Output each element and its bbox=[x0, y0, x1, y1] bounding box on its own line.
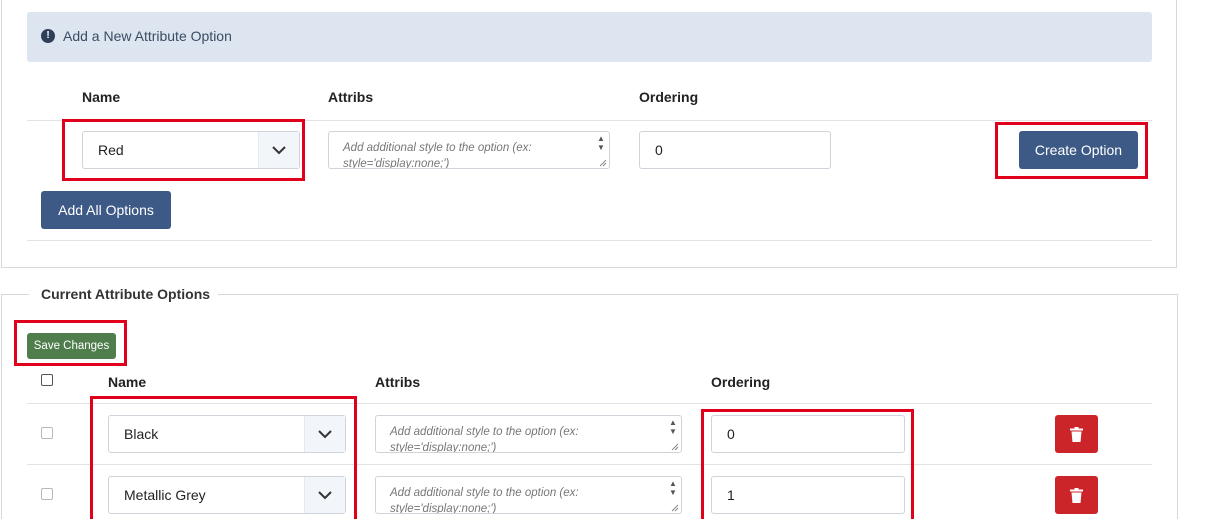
textarea-placeholder: Add additional style to the option (ex: … bbox=[343, 142, 532, 169]
attribs-header: Attribs bbox=[375, 374, 421, 390]
info-text: Add a New Attribute Option bbox=[63, 28, 232, 44]
new-option-attribs-textarea[interactable]: Add additional style to the option (ex: … bbox=[328, 131, 610, 169]
fieldset-border bbox=[1, 294, 29, 295]
row-attribs-textarea[interactable]: Add additional style to the option (ex: … bbox=[375, 415, 682, 453]
spinner-icon: ▲ ▼ bbox=[669, 479, 677, 497]
name-header: Name bbox=[82, 89, 121, 105]
fieldset-border bbox=[1, 294, 2, 519]
textarea-placeholder: Add additional style to the option (ex: … bbox=[390, 426, 579, 453]
resize-grip-icon bbox=[671, 504, 679, 512]
textarea-placeholder: Add additional style to the option (ex: … bbox=[390, 487, 579, 514]
resize-grip-icon bbox=[671, 443, 679, 451]
fieldset-border bbox=[1177, 294, 1178, 519]
highlight-box bbox=[62, 119, 305, 181]
input-value: 0 bbox=[655, 142, 663, 158]
row-attribs-textarea[interactable]: Add additional style to the option (ex: … bbox=[375, 476, 682, 514]
current-options-legend: Current Attribute Options bbox=[41, 286, 211, 302]
select-all-checkbox[interactable] bbox=[41, 374, 53, 386]
highlight-box bbox=[90, 396, 357, 519]
new-option-ordering-input[interactable]: 0 bbox=[639, 131, 831, 169]
ordering-header: Ordering bbox=[711, 374, 771, 390]
delete-button[interactable] bbox=[1055, 476, 1098, 514]
divider bbox=[27, 240, 1152, 241]
trash-icon bbox=[1070, 427, 1083, 442]
attribs-header: Attribs bbox=[328, 89, 374, 105]
highlight-box bbox=[14, 320, 127, 366]
row-checkbox[interactable] bbox=[41, 488, 53, 500]
spinner-icon: ▲ ▼ bbox=[597, 134, 605, 152]
spinner-icon: ▲ ▼ bbox=[669, 418, 677, 436]
add-all-options-button[interactable]: Add All Options bbox=[41, 191, 171, 229]
fieldset-border bbox=[218, 294, 1178, 295]
trash-icon bbox=[1070, 488, 1083, 503]
delete-button[interactable] bbox=[1055, 415, 1098, 453]
ordering-header: Ordering bbox=[639, 89, 699, 105]
resize-grip-icon bbox=[599, 159, 607, 167]
info-circle-icon: ! bbox=[41, 29, 55, 43]
highlight-box bbox=[701, 409, 914, 519]
row-checkbox[interactable] bbox=[41, 427, 53, 439]
name-header: Name bbox=[108, 374, 147, 390]
highlight-box bbox=[995, 122, 1148, 179]
